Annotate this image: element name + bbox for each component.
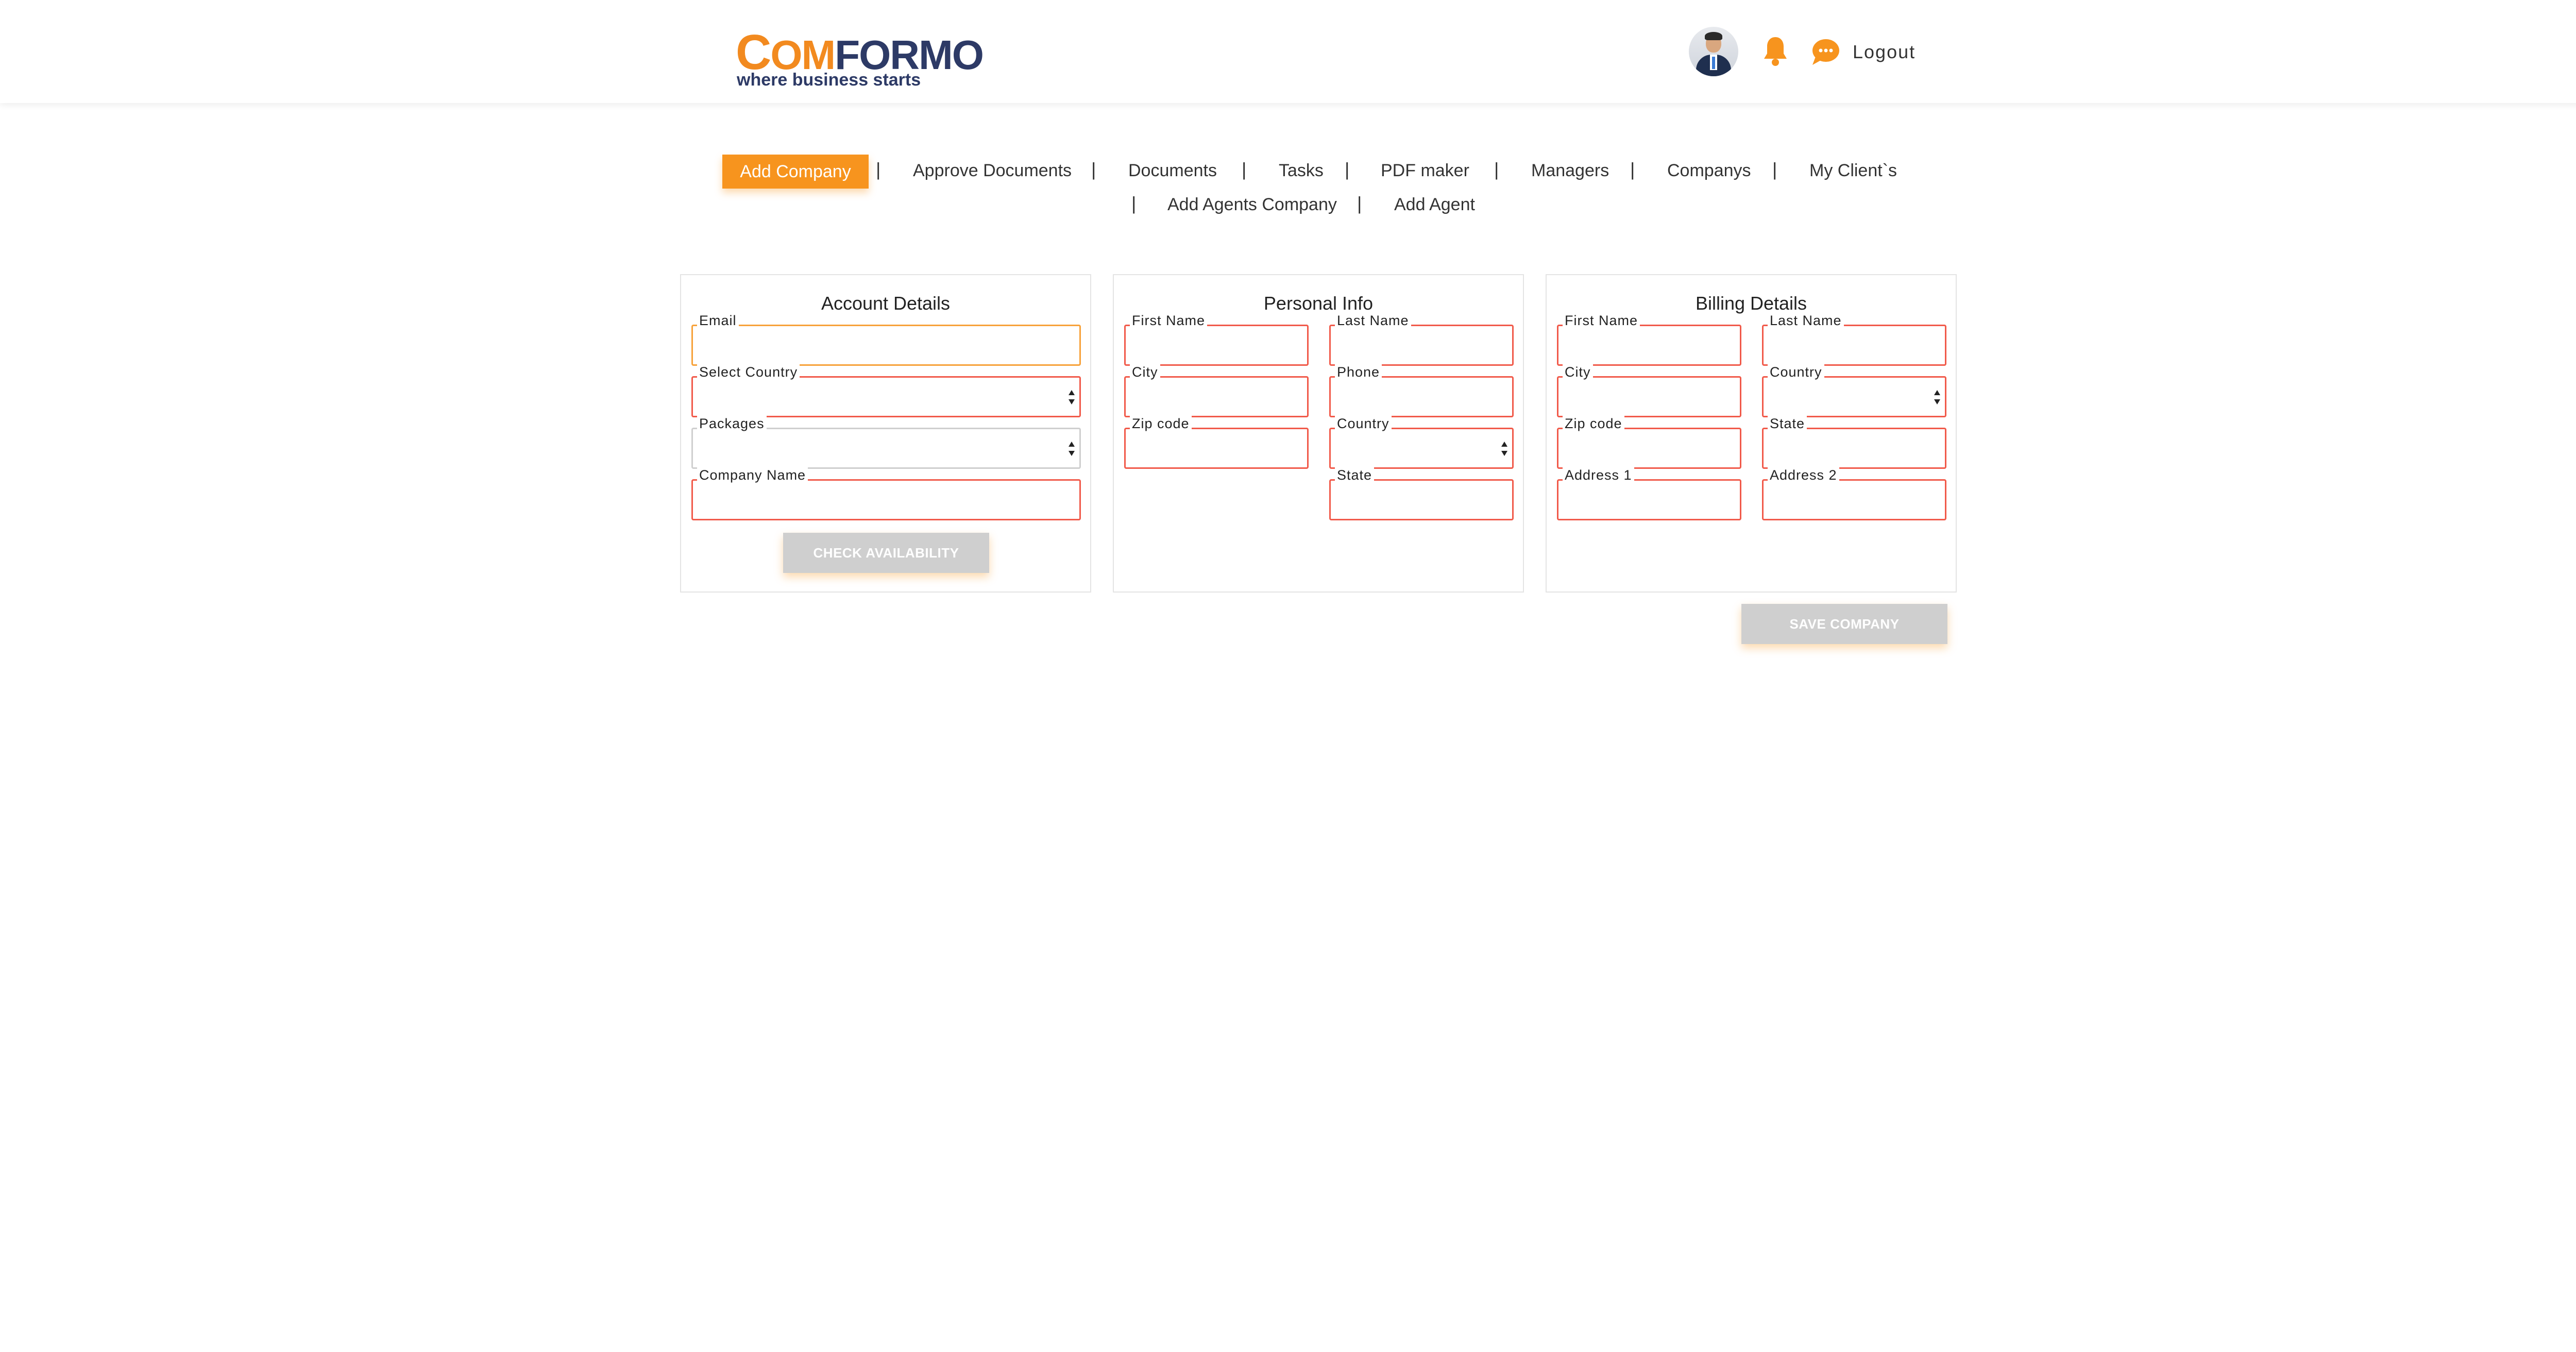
bell-icon[interactable] [1761,35,1790,67]
personal-state-input[interactable] [1331,481,1512,519]
billing-details-panel: Billing Details First Name Last Name Cit… [1546,274,1957,593]
personal-zip-field[interactable]: Zip code [1124,416,1309,469]
logout-link[interactable]: Logout [1853,41,1916,63]
billing-details-title: Billing Details [1695,293,1807,314]
personal-city-input[interactable] [1126,378,1307,416]
email-field[interactable]: Email [691,313,1081,366]
chat-icon[interactable] [1809,36,1841,67]
billing-zip-input[interactable] [1558,429,1740,467]
billing-address1-field[interactable]: Address 1 [1557,467,1741,520]
personal-phone-input[interactable] [1331,378,1512,416]
personal-info-title: Personal Info [1263,293,1374,314]
personal-last-name-input[interactable] [1331,326,1512,364]
billing-address1-input[interactable] [1558,481,1740,519]
billing-last-name-input[interactable] [1764,326,1945,364]
personal-first-name-input[interactable] [1126,326,1307,364]
country-label: Country [1335,416,1392,432]
billing-zip-field[interactable]: Zip code [1557,416,1741,469]
select-arrows-icon [1068,389,1075,405]
billing-address2-input[interactable] [1764,481,1945,519]
nav-separator: | [1131,193,1137,214]
personal-country-select[interactable]: Country [1329,416,1514,469]
nav-my-clients[interactable]: My Client`s [1809,161,1897,181]
nav-approve-documents[interactable]: Approve Documents [913,161,1072,181]
select-arrows-icon [1501,441,1508,457]
company-name-input[interactable] [693,481,1079,519]
country-label: Country [1768,364,1824,380]
billing-first-name-input[interactable] [1558,326,1740,364]
personal-first-name-field[interactable]: First Name [1124,313,1309,366]
nav-add-agents-company[interactable]: Add Agents Company [1167,195,1337,215]
user-avatar-icon[interactable] [1689,27,1738,76]
account-details-panel: Account Details Email Select Country Pac… [680,274,1091,593]
logo-tagline: where business starts [737,70,921,90]
logo-wordmark: COMFORMO [736,28,984,77]
personal-state-field[interactable]: State [1329,467,1514,520]
nav-add-company[interactable]: Add Company [722,155,869,189]
comformo-logo[interactable]: COMFORMO where business starts [736,28,984,90]
billing-state-input[interactable] [1764,429,1945,467]
packages-label: Packages [697,416,767,432]
nav-managers[interactable]: Managers [1531,161,1609,181]
personal-info-panel: Personal Info First Name Last Name City … [1113,274,1524,593]
nav-separator: | [1494,159,1499,180]
billing-city-input[interactable] [1558,378,1740,416]
nav-add-agent[interactable]: Add Agent [1394,195,1475,215]
nav-separator: | [1242,159,1247,180]
select-country-field[interactable]: Select Country [691,364,1081,417]
nav-documents[interactable]: Documents [1128,161,1217,181]
nav-companys[interactable]: Companys [1667,161,1751,181]
nav-separator: | [1345,159,1350,180]
email-input[interactable] [693,326,1079,364]
nav-pdf-maker[interactable]: PDF maker [1381,161,1469,181]
personal-city-field[interactable]: City [1124,364,1309,417]
billing-first-name-field[interactable]: First Name [1557,313,1741,366]
billing-last-name-field[interactable]: Last Name [1762,313,1946,366]
select-arrows-icon [1934,389,1941,405]
billing-city-field[interactable]: City [1557,364,1741,417]
save-company-button[interactable]: SAVE COMPANY [1741,604,1947,644]
nav-separator: | [876,159,881,180]
nav-separator: | [1357,193,1362,214]
billing-address2-field[interactable]: Address 2 [1762,467,1946,520]
nav-separator: | [1630,159,1635,180]
personal-phone-field[interactable]: Phone [1329,364,1514,417]
nav-separator: | [1772,159,1777,180]
check-availability-button[interactable]: CHECK AVAILABILITY [783,533,989,573]
top-header: COMFORMO where business starts Logout [0,0,2576,103]
select-country-label: Select Country [697,364,800,380]
personal-last-name-field[interactable]: Last Name [1329,313,1514,366]
billing-country-select[interactable]: Country [1762,364,1946,417]
billing-state-field[interactable]: State [1762,416,1946,469]
personal-zip-input[interactable] [1126,429,1307,467]
packages-field[interactable]: Packages [691,416,1081,469]
account-details-title: Account Details [821,293,951,314]
nav-separator: | [1091,159,1096,180]
nav-tasks[interactable]: Tasks [1279,161,1324,181]
company-name-field[interactable]: Company Name [691,467,1081,520]
select-arrows-icon [1068,441,1075,457]
